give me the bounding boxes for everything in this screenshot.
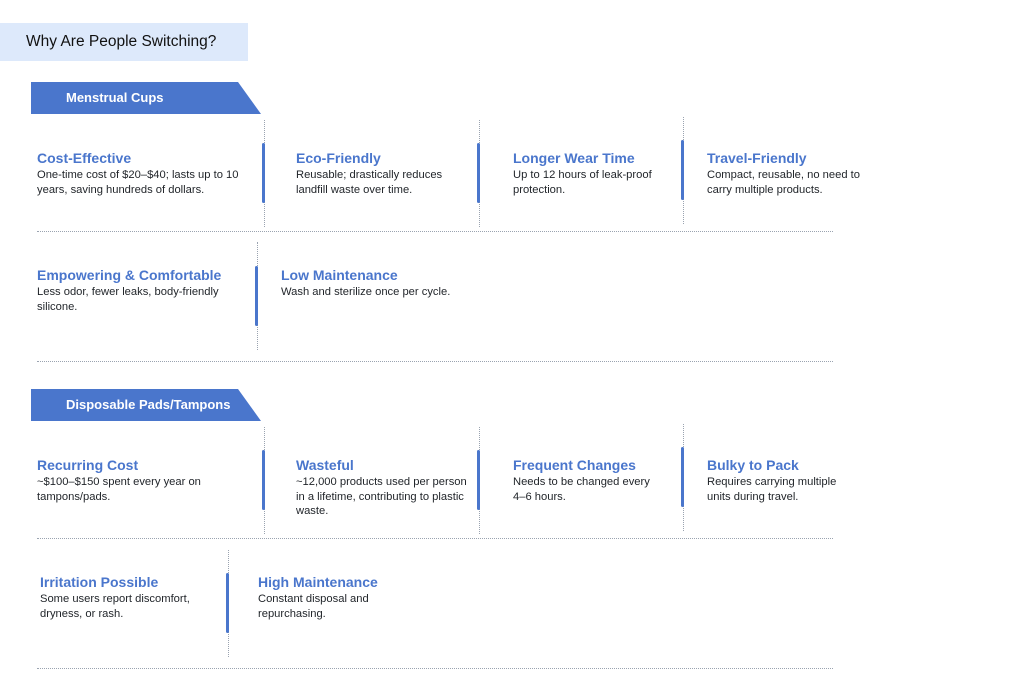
feature-description: Needs to be changed every 4–6 hours. (513, 476, 650, 503)
feature-title: Wasteful (296, 457, 354, 473)
row-divider (37, 361, 833, 362)
column-accent-bar (477, 143, 480, 203)
feature-title: Irritation Possible (40, 574, 159, 590)
feature-description: Constant disposal and repurchasing. (258, 593, 369, 620)
feature-title: Bulky to Pack (707, 457, 799, 473)
column-accent-bar (255, 266, 258, 326)
feature-title: Travel-Friendly (707, 150, 807, 166)
feature-description: ~12,000 products used per person in a li… (296, 476, 467, 517)
feature-description: Up to 12 hours of leak-proof protection. (513, 169, 652, 196)
column-accent-bar (681, 447, 684, 507)
column-accent-bar (477, 450, 480, 510)
feature-title: Recurring Cost (37, 457, 139, 473)
feature-card-eco-friendly: Eco-Friendly Reusable; drastically reduc… (296, 150, 466, 197)
feature-description: Requires carrying multiple units during … (707, 476, 837, 503)
feature-card-travel-friendly: Travel-Friendly Compact, reusable, no ne… (707, 150, 877, 197)
feature-card-high-maintenance: High Maintenance Constant disposal and r… (258, 574, 428, 621)
feature-title: Low Maintenance (281, 267, 398, 283)
row-divider (37, 231, 833, 232)
column-accent-bar (262, 450, 265, 510)
page-title: Why Are People Switching? (0, 23, 248, 61)
feature-description: Some users report discomfort, dryness, o… (40, 593, 190, 620)
feature-card-longer-wear-time: Longer Wear Time Up to 12 hours of leak-… (513, 150, 673, 197)
feature-title: Empowering & Comfortable (37, 267, 222, 283)
feature-card-bulky-to-pack: Bulky to Pack Requires carrying multiple… (707, 457, 852, 504)
feature-title: High Maintenance (258, 574, 378, 590)
row-divider (37, 668, 833, 669)
feature-description: Compact, reusable, no need to carry mult… (707, 169, 860, 196)
feature-description: ~$100–$150 spent every year on tampons/p… (37, 476, 201, 503)
feature-card-recurring-cost: Recurring Cost ~$100–$150 spent every ye… (37, 457, 242, 504)
feature-card-frequent-changes: Frequent Changes Needs to be changed eve… (513, 457, 663, 504)
feature-card-cost-effective: Cost-Effective One-time cost of $20–$40;… (37, 150, 247, 197)
feature-description: Wash and sterilize once per cycle. (281, 286, 451, 298)
feature-description: Less odor, fewer leaks, body-friendly si… (37, 286, 219, 313)
column-accent-bar (681, 140, 684, 200)
column-accent-bar (262, 143, 265, 203)
section-banner-disposable-pads-tampons: Disposable Pads/Tampons (31, 389, 261, 421)
feature-title: Eco-Friendly (296, 150, 381, 166)
row-divider (37, 538, 833, 539)
feature-description: Reusable; drastically reduces landfill w… (296, 169, 443, 196)
feature-title: Longer Wear Time (513, 150, 635, 166)
feature-card-irritation-possible: Irritation Possible Some users report di… (40, 574, 215, 621)
column-accent-bar (226, 573, 229, 633)
feature-card-low-maintenance: Low Maintenance Wash and sterilize once … (281, 267, 451, 300)
feature-title: Cost-Effective (37, 150, 132, 166)
feature-card-wasteful: Wasteful ~12,000 products used per perso… (296, 457, 468, 519)
feature-title: Frequent Changes (513, 457, 636, 473)
feature-description: One-time cost of $20–$40; lasts up to 10… (37, 169, 239, 196)
feature-card-empowering-comfortable: Empowering & Comfortable Less odor, fewe… (37, 267, 242, 314)
section-banner-menstrual-cups: Menstrual Cups (31, 82, 261, 114)
